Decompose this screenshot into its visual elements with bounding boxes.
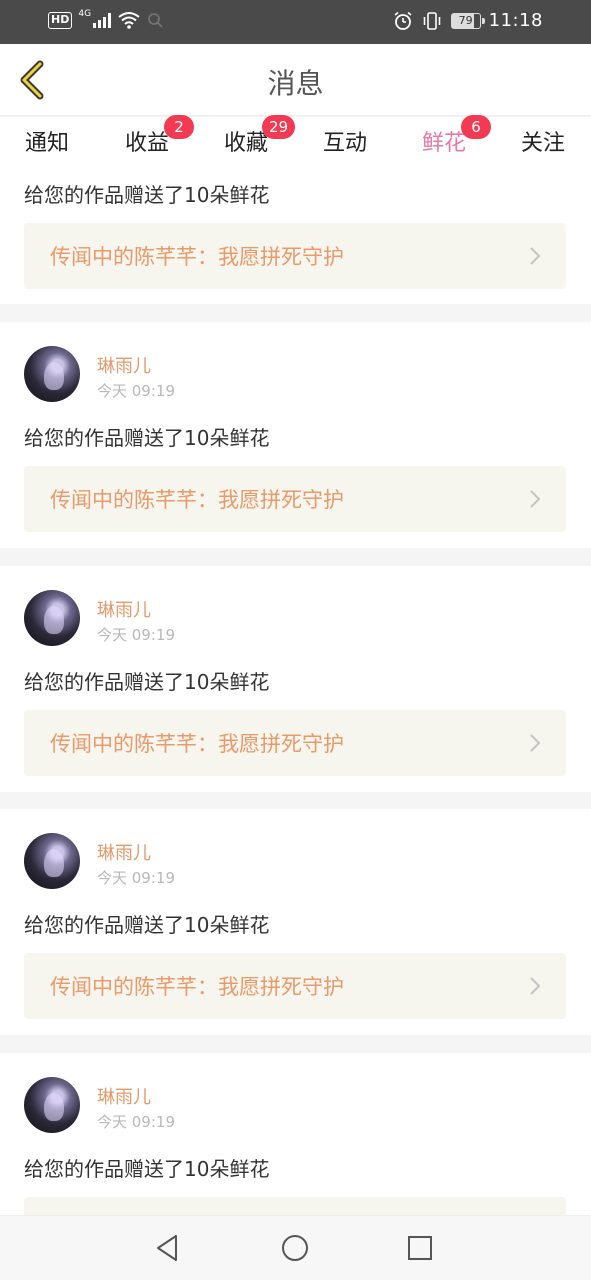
work-link[interactable]: 传闻中的陈芊芊：我愿拼死守护: [24, 466, 566, 532]
username[interactable]: 琳雨儿: [97, 1083, 151, 1109]
tab-label: 收藏: [223, 131, 268, 156]
tab-label: 鲜花: [421, 131, 466, 156]
message-text: 给您的作品赠送了10朵鲜花: [24, 183, 270, 207]
avatar[interactable]: [24, 346, 80, 402]
username[interactable]: 琳雨儿: [97, 596, 151, 622]
tab-label: 收益: [124, 131, 169, 156]
chevron-right-icon: [530, 977, 541, 995]
tab-label: 互动: [322, 131, 367, 156]
tab-label: 通知: [24, 131, 69, 156]
timestamp: 今天 09:19: [97, 382, 175, 400]
unread-badge: 2: [164, 115, 194, 139]
page-title: 消息: [267, 67, 324, 100]
network-type-label: 4G: [78, 9, 92, 19]
timestamp: 今天 09:19: [97, 1113, 175, 1131]
work-link[interactable]: 传闻中的陈芊芊：我愿拼死守护: [24, 223, 566, 289]
work-title: 传闻中的陈芊芊：我愿拼死守护: [50, 975, 344, 999]
list-item: 给您的作品赠送了10朵鲜花 传闻中的陈芊芊：我愿拼死守护: [0, 169, 591, 304]
triangle-back-icon: [157, 1235, 177, 1261]
system-nav-bar: [0, 1215, 591, 1280]
clock: 11:18: [488, 10, 543, 31]
list-item: 琳雨儿 今天 09:19 给您的作品赠送了10朵鲜花: [0, 1053, 591, 1215]
work-title: 传闻中的陈芊芊：我愿拼死守护: [50, 488, 344, 512]
message-text: 给您的作品赠送了10朵鲜花: [24, 913, 270, 937]
tab-favorites[interactable]: 收藏 29: [206, 115, 296, 157]
tab-interaction[interactable]: 互动: [305, 125, 385, 157]
chevron-right-icon: [530, 490, 541, 508]
tab-label: 关注: [520, 131, 565, 156]
nav-recents-button[interactable]: [404, 1232, 436, 1264]
circle-home-icon: [282, 1235, 308, 1261]
avatar[interactable]: [24, 1077, 80, 1133]
tab-follow[interactable]: 关注: [503, 125, 583, 157]
vibrate-icon: [423, 11, 440, 30]
search-icon: [148, 13, 163, 28]
tab-bar: 通知 收益 2 收藏 29 互动 鲜花 6 关注: [0, 115, 591, 174]
nav-back-button[interactable]: [152, 1232, 184, 1264]
chevron-right-icon: [530, 247, 541, 265]
username[interactable]: 琳雨儿: [97, 839, 151, 865]
avatar[interactable]: [24, 590, 80, 646]
unread-badge: 6: [461, 115, 491, 139]
hd-indicator: HD: [48, 11, 73, 29]
message-text: 给您的作品赠送了10朵鲜花: [24, 1157, 270, 1181]
battery-icon: 79: [450, 12, 485, 29]
battery-level: 79: [458, 13, 473, 27]
alarm-icon: [394, 11, 412, 30]
timestamp: 今天 09:19: [97, 869, 175, 887]
message-text: 给您的作品赠送了10朵鲜花: [24, 426, 270, 450]
tab-notice[interactable]: 通知: [7, 125, 87, 157]
list-item: 琳雨儿 今天 09:19 给您的作品赠送了10朵鲜花 传闻中的陈芊芊：我愿拼死守…: [0, 322, 591, 548]
work-title: 传闻中的陈芊芊：我愿拼死守护: [50, 245, 344, 269]
work-link[interactable]: 传闻中的陈芊芊：我愿拼死守护: [24, 953, 566, 1019]
timestamp: 今天 09:19: [97, 626, 175, 644]
wifi-icon: [118, 12, 140, 29]
list-item: 琳雨儿 今天 09:19 给您的作品赠送了10朵鲜花 传闻中的陈芊芊：我愿拼死守…: [0, 809, 591, 1035]
app-header: 消息: [0, 44, 591, 116]
nav-home-button[interactable]: [279, 1232, 311, 1264]
tab-earnings[interactable]: 收益 2: [107, 115, 194, 157]
list-item: 琳雨儿 今天 09:19 给您的作品赠送了10朵鲜花 传闻中的陈芊芊：我愿拼死守…: [0, 566, 591, 792]
work-title: 传闻中的陈芊芊：我愿拼死守护: [50, 732, 344, 756]
work-link[interactable]: 传闻中的陈芊芊：我愿拼死守护: [24, 710, 566, 776]
work-link[interactable]: [24, 1197, 566, 1215]
unread-badge: 29: [262, 115, 296, 139]
status-bar: HD 4G 79 11:18: [0, 0, 591, 44]
username[interactable]: 琳雨儿: [97, 352, 151, 378]
flower-message-list[interactable]: 给您的作品赠送了10朵鲜花 传闻中的陈芊芊：我愿拼死守护 琳雨儿 今天 09:1…: [0, 169, 591, 1215]
chevron-right-icon: [530, 734, 541, 752]
avatar[interactable]: [24, 833, 80, 889]
message-text: 给您的作品赠送了10朵鲜花: [24, 670, 270, 694]
square-recents-icon: [408, 1236, 432, 1260]
tab-flowers[interactable]: 鲜花 6: [404, 115, 491, 174]
signal-icon: [93, 12, 112, 28]
